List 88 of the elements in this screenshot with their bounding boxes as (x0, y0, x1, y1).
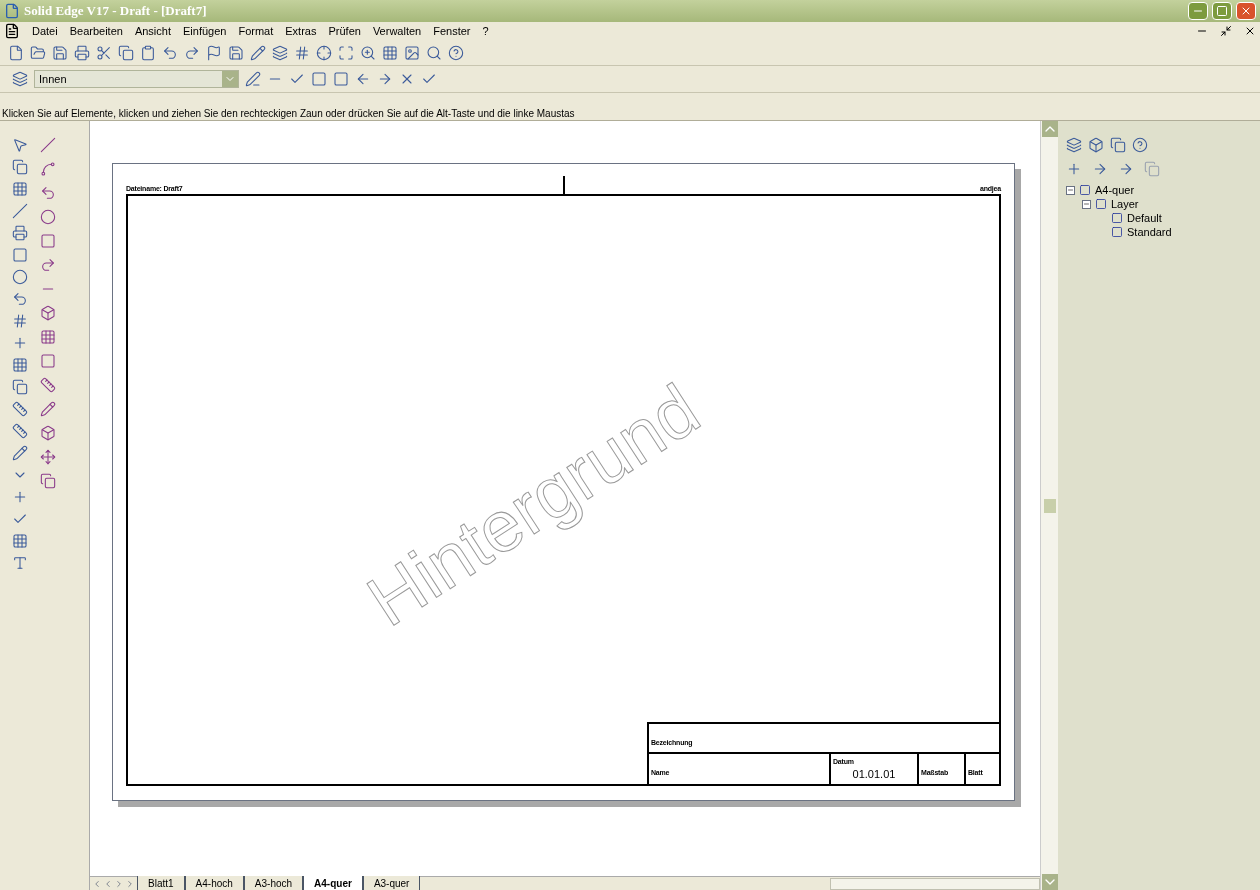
crosshair-icon[interactable] (316, 44, 332, 61)
plus-icon[interactable] (12, 335, 28, 351)
menu-item[interactable]: ? (482, 22, 489, 40)
pencil-icon[interactable] (40, 401, 56, 417)
letter-icon[interactable] (12, 555, 28, 571)
hash-icon[interactable] (12, 313, 28, 329)
flag-icon[interactable] (206, 44, 222, 61)
grid-icon[interactable] (12, 533, 28, 549)
help-icon[interactable] (1132, 137, 1148, 153)
layers-icon[interactable] (1066, 137, 1082, 153)
menu-item[interactable]: Datei (32, 22, 58, 40)
redo-icon[interactable] (184, 44, 200, 61)
grid-icon[interactable] (382, 44, 398, 61)
app-icon (4, 3, 20, 19)
scroll-thumb[interactable] (1043, 498, 1056, 513)
line-icon[interactable] (40, 137, 56, 153)
window-title: Solid Edge V17 - Draft - [Draft7] (24, 2, 207, 21)
move-icon[interactable] (40, 449, 56, 465)
sheet-tab[interactable]: A3-hoch (243, 876, 304, 890)
layers-icon[interactable] (12, 71, 28, 87)
grid-icon[interactable] (40, 329, 56, 345)
circle-icon[interactable] (40, 209, 56, 225)
minimize-button[interactable] (1188, 2, 1208, 20)
file-icon[interactable] (8, 44, 24, 61)
expander-icon[interactable] (1082, 199, 1091, 209)
ruler-icon[interactable] (12, 401, 28, 417)
sheet-tab[interactable]: A4-hoch (184, 876, 244, 890)
printer-icon[interactable] (12, 225, 28, 241)
menu-item[interactable]: Prüfen (328, 22, 361, 40)
sheet-tab[interactable]: A3-quer (362, 876, 421, 890)
plus-icon[interactable] (12, 489, 28, 505)
curve-icon[interactable] (40, 161, 56, 177)
menu-item[interactable]: Verwalten (372, 22, 422, 40)
picture-icon[interactable] (404, 44, 420, 61)
menu-item[interactable]: Bearbeiten (69, 22, 123, 40)
help-icon[interactable] (448, 44, 464, 61)
search-icon[interactable] (426, 44, 442, 61)
maximize-icon (1216, 5, 1228, 17)
hash-icon[interactable] (294, 44, 310, 61)
grid-icon[interactable] (12, 181, 28, 197)
vertical-scrollbar[interactable] (1040, 121, 1058, 890)
document-icon[interactable] (4, 23, 20, 39)
close-icon (1240, 5, 1252, 17)
sheet-tab[interactable]: A4-quer (303, 876, 363, 890)
folder-icon[interactable] (30, 44, 46, 61)
scissors-icon[interactable] (96, 44, 112, 61)
pointer-icon[interactable] (12, 137, 28, 153)
arrow-left-icon[interactable] (355, 71, 371, 87)
rectangle-icon[interactable] (40, 233, 56, 249)
menu-item[interactable]: Extras (285, 22, 317, 40)
style-combo[interactable]: Innen (34, 70, 239, 88)
layers-icon[interactable] (272, 44, 288, 61)
printer-icon[interactable] (74, 44, 90, 61)
slash-icon[interactable] (12, 203, 28, 219)
grid-icon[interactable] (12, 357, 28, 373)
square-icon[interactable] (12, 247, 28, 263)
squares-icon[interactable] (1110, 137, 1126, 153)
square-icon[interactable] (311, 71, 327, 87)
menu-item[interactable]: Ansicht (134, 22, 171, 40)
menu-item[interactable]: Fenster (433, 22, 471, 40)
pencil-icon[interactable] (250, 44, 266, 61)
copy-icon[interactable] (12, 159, 28, 175)
undo-icon[interactable] (162, 44, 178, 61)
sheet-tab[interactable]: Blatt1 (137, 876, 185, 890)
ruler-icon[interactable] (12, 423, 28, 439)
doc-close-icon[interactable] (1244, 25, 1256, 37)
pencil-icon[interactable] (12, 445, 28, 461)
close-button[interactable] (1236, 2, 1256, 20)
arrow-right-icon[interactable] (377, 71, 393, 87)
ruler-icon[interactable] (40, 377, 56, 393)
date-value: 01.01.01 (852, 767, 896, 782)
cube-icon[interactable] (40, 425, 56, 441)
menu-item[interactable]: Format (238, 22, 274, 40)
zoom-in-icon[interactable] (360, 44, 376, 61)
clipboard-icon[interactable] (140, 44, 156, 61)
menu-item[interactable]: Einfügen (183, 22, 227, 40)
circle-icon[interactable] (12, 269, 28, 285)
save-icon[interactable] (52, 44, 68, 61)
copy-icon[interactable] (12, 379, 28, 395)
expander-icon[interactable] (1066, 185, 1075, 195)
doc-restore-icon[interactable] (1220, 25, 1232, 37)
maximize-button[interactable] (1212, 2, 1232, 20)
horizontal-scrollbar[interactable] (830, 877, 1040, 890)
copy-icon[interactable] (118, 44, 134, 61)
pen-icon[interactable] (245, 71, 261, 87)
frame-icon[interactable] (338, 44, 354, 61)
copy-icon[interactable] (40, 473, 56, 489)
undo-icon[interactable] (12, 291, 28, 307)
